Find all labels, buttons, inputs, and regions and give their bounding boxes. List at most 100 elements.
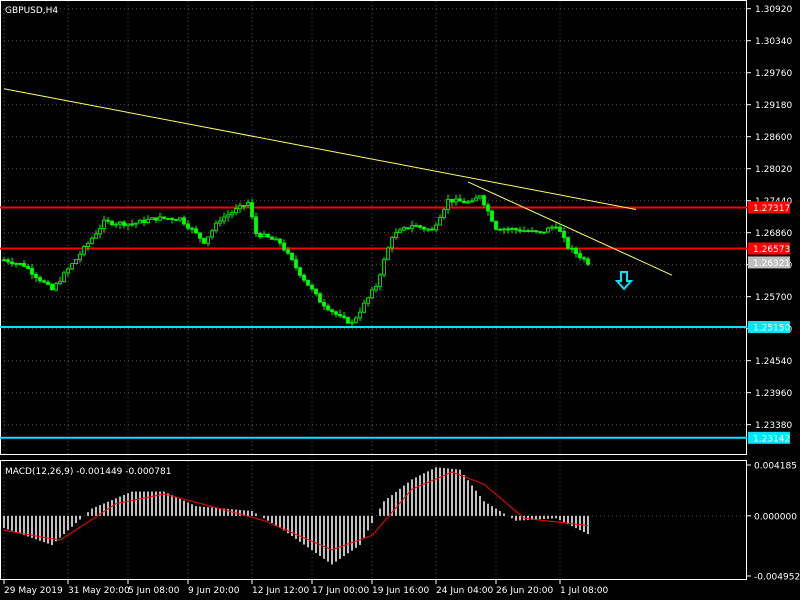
time-tick-label: 1 Jul 08:00 — [560, 586, 609, 596]
candle-body — [410, 225, 414, 229]
candle-body — [346, 317, 350, 324]
price-tick-label: 1.28020 — [755, 165, 792, 175]
candle-body — [34, 273, 38, 278]
time-tick-label: 26 Jun 20:00 — [496, 586, 553, 596]
candle-body — [182, 217, 186, 225]
candle-body — [10, 261, 14, 265]
candle-body — [490, 210, 494, 222]
time-tick-label: 19 Jun 16:00 — [372, 586, 429, 596]
candle-body — [290, 252, 294, 261]
candle-body — [170, 217, 174, 220]
horizontal-levels[interactable] — [0, 206, 747, 439]
time-tick-label: 9 Jun 20:00 — [188, 586, 240, 596]
candle-body — [534, 230, 538, 233]
candle-body — [282, 242, 286, 251]
candle-body — [326, 305, 330, 311]
candle-body — [26, 266, 30, 269]
candle-body — [518, 229, 522, 232]
candle-body — [270, 236, 274, 240]
candle-body — [338, 313, 342, 317]
candle-body — [2, 259, 6, 262]
candle-body — [550, 226, 554, 229]
candle-body — [498, 228, 502, 231]
candle-body — [406, 227, 410, 230]
candle-body — [510, 228, 514, 230]
candle-body — [426, 228, 430, 231]
candle-body — [110, 220, 114, 226]
candle-body — [578, 253, 582, 259]
candle-body — [30, 268, 34, 275]
price-tick-label: 1.23380 — [755, 421, 792, 431]
candle-body — [378, 274, 382, 287]
candle-body — [370, 289, 374, 299]
level-tag-text: 1.25150 — [753, 324, 790, 334]
candle-body — [246, 202, 250, 206]
level-tag-text: 1.27317 — [753, 204, 790, 214]
candle-body — [42, 280, 46, 283]
candle-body — [366, 297, 370, 304]
candle-body — [166, 217, 170, 220]
candle-body — [478, 195, 482, 199]
candle-body — [102, 219, 106, 229]
candle-body — [198, 232, 202, 239]
candle-body — [222, 216, 226, 222]
candle-body — [146, 219, 150, 224]
candle-body — [122, 221, 126, 226]
candle-body — [278, 238, 282, 244]
candle-body — [70, 263, 74, 270]
candle-body — [470, 200, 474, 203]
candle-body — [310, 284, 314, 290]
candle-body — [330, 309, 334, 313]
time-tick-label: 31 May 20:00 — [68, 586, 130, 596]
candle-body — [106, 219, 110, 222]
candle-body — [538, 231, 542, 233]
time-tick-label: 24 Jun 04:00 — [436, 586, 493, 596]
trading-chart[interactable]: 1.30920 1.30340 1.29760 1.29180 1.28600 1.280… — [0, 0, 800, 600]
candle-body — [142, 219, 146, 224]
candle-body — [54, 283, 58, 291]
price-tick-label: 1.30920 — [755, 5, 792, 15]
candle-body — [454, 198, 458, 203]
down-arrow-icon — [614, 270, 634, 291]
candle-body — [158, 216, 162, 221]
candle-body — [514, 228, 518, 231]
signal-arrow-group — [614, 270, 634, 291]
price-candles — [2, 194, 590, 328]
candle-body — [354, 317, 358, 323]
candle-body — [94, 233, 98, 239]
price-tick-label: 1.25700 — [755, 293, 792, 303]
candle-body — [558, 226, 562, 232]
candle-body — [74, 258, 78, 265]
candle-body — [450, 198, 454, 203]
macd-tick-label: 0.004185 — [754, 462, 797, 472]
level-tag-text: 1.23142 — [753, 434, 790, 444]
candle-body — [398, 229, 402, 234]
candle-body — [210, 230, 214, 238]
candle-body — [562, 231, 566, 239]
time-tick-label: 12 Jun 12:00 — [252, 586, 309, 596]
candle-body — [58, 281, 62, 285]
candle-body — [486, 204, 490, 212]
symbol-label: GBPUSD,H4 — [5, 6, 58, 16]
candle-body — [162, 216, 166, 219]
candle-body — [530, 230, 534, 233]
candle-body — [586, 258, 590, 265]
price-tick-label: 1.26860 — [755, 229, 792, 239]
candle-body — [570, 247, 574, 250]
candle-body — [262, 233, 266, 238]
candle-body — [402, 227, 406, 231]
candle-body — [574, 247, 578, 254]
candle-body — [194, 228, 198, 234]
candle-body — [98, 228, 102, 235]
time-tick-label: 17 Jun 00:00 — [312, 586, 369, 596]
time-axis: 29 May 2019 31 May 20:005 Jun 08:00 9 Jun … — [3, 580, 609, 596]
candle-body — [190, 227, 194, 230]
candle-body — [86, 242, 90, 247]
candle-body — [14, 263, 18, 265]
candle-body — [186, 223, 190, 229]
candle-body — [238, 205, 242, 210]
macd-label: MACD(12,26,9) -0.001449 -0.000781 — [5, 467, 171, 477]
price-tick-label: 1.29180 — [755, 101, 792, 111]
candle-body — [386, 247, 390, 261]
candle-body — [18, 263, 22, 265]
